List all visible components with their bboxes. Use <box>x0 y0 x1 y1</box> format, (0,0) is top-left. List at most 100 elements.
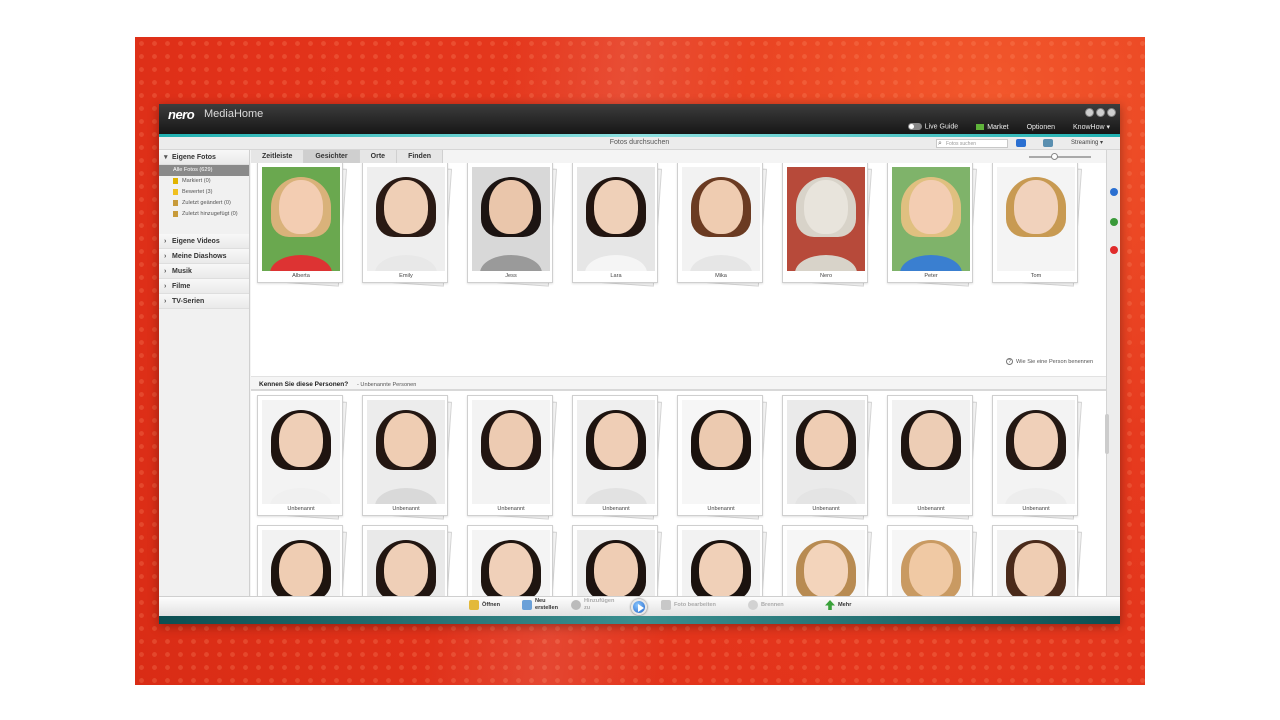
people-icon[interactable] <box>1110 218 1118 226</box>
unknown-person-card[interactable]: Unbenannt <box>677 395 768 520</box>
face-photo <box>472 400 550 504</box>
unknown-person-card[interactable] <box>992 525 1083 596</box>
chevron-right-icon: › <box>164 298 167 305</box>
sidebar-subitem-all-photos[interactable]: Alle Fotos (629) <box>159 165 249 176</box>
unknown-person-card[interactable] <box>782 525 873 596</box>
arrow-up-icon <box>825 600 835 610</box>
sidebar-item-own-photos[interactable]: ▾ Eigene Fotos <box>159 150 249 165</box>
unknown-person-card[interactable] <box>887 525 978 596</box>
folder-icon <box>173 210 178 217</box>
unknown-person-card[interactable]: Unbenannt <box>992 395 1083 520</box>
person-card-tom[interactable]: Tom <box>992 163 1083 287</box>
person-name: Unbenannt <box>1022 506 1050 512</box>
person-card-mika[interactable]: Mika <box>677 163 768 287</box>
market-link[interactable]: Market <box>976 124 1009 131</box>
unknown-person-card[interactable] <box>362 525 453 596</box>
location-pin-icon[interactable] <box>1110 246 1118 254</box>
streaming-dropdown[interactable]: Streaming ▾ <box>1071 139 1103 146</box>
person-card-lara[interactable]: Lara <box>572 163 663 287</box>
scroll-thumb[interactable] <box>1105 414 1109 454</box>
sidebar-item-videos[interactable]: › Eigene Videos <box>159 234 249 249</box>
toggle-icon <box>907 123 922 131</box>
play-button[interactable] <box>631 599 647 615</box>
person-card-alberta[interactable]: Alberta <box>257 163 348 287</box>
tab-timeline[interactable]: Zeitleiste <box>251 150 305 163</box>
person-card-jess[interactable]: Jess <box>467 163 558 287</box>
unknown-person-card[interactable]: Unbenannt <box>572 395 663 520</box>
monitor-icon[interactable] <box>1043 139 1053 147</box>
question-subtitle: - Unbenannte Personen <box>357 381 417 388</box>
edit-icon <box>661 600 671 610</box>
chevron-right-icon: › <box>164 283 167 290</box>
sidebar-item-movies[interactable]: › Filme <box>159 279 249 294</box>
minimize-button[interactable] <box>1085 108 1094 117</box>
face-photo <box>577 530 655 596</box>
tab-find[interactable]: Finden <box>397 150 444 163</box>
person-card-emily[interactable]: Emily <box>362 163 453 287</box>
folder-open-icon <box>469 600 479 610</box>
new-create-button[interactable]: Neu erstellen <box>522 598 558 612</box>
unknown-person-card[interactable]: Unbenannt <box>362 395 453 520</box>
info-icon[interactable] <box>1110 188 1118 196</box>
folder-icon <box>173 199 178 206</box>
cloud-icon[interactable] <box>1016 139 1026 147</box>
unknown-person-card[interactable]: Unbenannt <box>467 395 558 520</box>
tab-faces[interactable]: Gesichter <box>304 150 360 163</box>
unknown-person-card[interactable]: Unbenannt <box>782 395 873 520</box>
sidebar-item-tv-series[interactable]: › TV-Serien <box>159 294 249 309</box>
knowhow-link[interactable]: KnowHow ▾ <box>1073 123 1110 131</box>
tab-places[interactable]: Orte <box>359 150 398 163</box>
person-name: Peter <box>924 273 938 279</box>
person-name: Emily <box>399 273 413 279</box>
maximize-button[interactable] <box>1096 108 1105 117</box>
sidebar-item-music[interactable]: › Musik <box>159 264 249 279</box>
unknown-person-card[interactable] <box>677 525 768 596</box>
sidebar: ▾ Eigene Fotos Alle Fotos (629) Markiert … <box>159 150 250 596</box>
faces-view: Alberta Emily Jess Lara Mika Nero Peter Tom ? Wi… <box>251 163 1106 596</box>
close-button[interactable] <box>1107 108 1116 117</box>
open-button[interactable]: Öffnen <box>469 600 500 610</box>
more-button[interactable]: Mehr <box>825 600 851 610</box>
zoom-slider[interactable] <box>1025 153 1095 160</box>
face-photo <box>472 530 550 596</box>
star-icon <box>173 188 178 195</box>
section-header: Fotos durchsuchen ⌕ Fotos suchen Streamin… <box>159 137 1120 150</box>
burn-button[interactable]: Brennen <box>748 600 784 610</box>
unknown-person-card[interactable]: Unbenannt <box>257 395 348 520</box>
live-guide-link[interactable]: Live Guide <box>907 123 958 131</box>
face-photo <box>787 530 865 596</box>
search-input[interactable]: ⌕ Fotos suchen <box>936 139 1008 148</box>
face-photo <box>892 167 970 271</box>
howto-link[interactable]: ? Wie Sie eine Person benennen <box>1006 358 1093 365</box>
sidebar-subitem-recently-changed[interactable]: Zuletzt geändert (0) <box>159 198 249 209</box>
sidebar-subitem-marked[interactable]: Markiert (0) <box>159 176 249 187</box>
face-photo <box>262 167 340 271</box>
person-name: Alberta <box>292 273 310 279</box>
face-photo <box>787 400 865 504</box>
person-name: Jess <box>505 273 517 279</box>
person-name: Unbenannt <box>287 506 315 512</box>
person-card-nero[interactable]: Nero <box>782 163 873 287</box>
flag-icon <box>173 177 178 184</box>
add-to-button[interactable]: Hinzufügen zu <box>571 598 614 612</box>
unknown-person-card[interactable] <box>572 525 663 596</box>
person-name: Unbenannt <box>497 506 525 512</box>
unknown-person-card[interactable] <box>257 525 348 596</box>
person-card-peter[interactable]: Peter <box>887 163 978 287</box>
unknown-person-card[interactable]: Unbenannt <box>887 395 978 520</box>
scrollbar[interactable] <box>1103 392 1111 584</box>
edit-photo-button[interactable]: Foto bearbeiten <box>661 600 716 610</box>
options-link[interactable]: Optionen <box>1027 124 1055 131</box>
face-photo <box>682 530 760 596</box>
face-photo <box>262 400 340 504</box>
add-icon <box>571 600 581 610</box>
view-tabs: Zeitleiste Gesichter Orte Finden <box>251 150 444 163</box>
person-name: Lara <box>610 273 622 279</box>
unknown-person-card[interactable] <box>467 525 558 596</box>
sidebar-subitem-recently-added[interactable]: Zuletzt hinzugefügt (0) <box>159 209 249 220</box>
sidebar-subitem-rated[interactable]: Bewertet (3) <box>159 187 249 198</box>
face-photo <box>367 167 445 271</box>
slider-handle[interactable] <box>1051 153 1058 160</box>
person-name: Unbenannt <box>602 506 630 512</box>
sidebar-item-slideshows[interactable]: › Meine Diashows <box>159 249 249 264</box>
